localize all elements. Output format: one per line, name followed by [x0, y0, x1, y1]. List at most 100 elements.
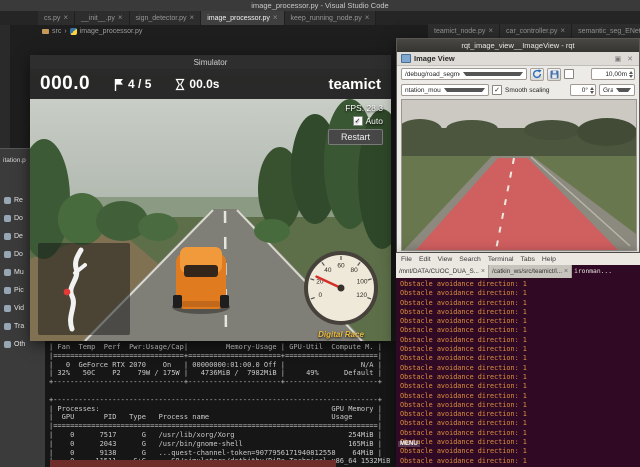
refresh-icon — [532, 69, 542, 79]
tab-label: cs.py — [44, 15, 60, 22]
gauge-tick-label: 80 — [350, 267, 358, 274]
tab-car-controller-py[interactable]: car_controller.py × — [500, 24, 572, 38]
terminal-line: | Processes: GPU Memory | — [49, 405, 396, 414]
menu-item[interactable]: Terminal — [488, 256, 514, 263]
topic-select[interactable]: /debug/road_segmentation — [401, 68, 527, 80]
flag-icon — [114, 78, 124, 91]
dynamic-range-checkbox[interactable] — [564, 69, 574, 79]
terminal-line: | GPU PID Type Process name Usage | — [49, 413, 396, 422]
smooth-scaling-checkbox[interactable]: ✓ — [492, 85, 502, 95]
menu-item[interactable]: Tabs — [521, 256, 535, 263]
terminal-menubar: File Edit View Search Terminal Tabs Help — [396, 253, 640, 265]
terminal-line: +-------------------------------+-------… — [49, 378, 396, 387]
max-depth-spinner[interactable]: 10,00m — [591, 68, 635, 80]
close-icon[interactable]: × — [365, 14, 370, 22]
rqt-titlebar[interactable]: rqt_image_view__ImageView - rqt — [397, 39, 639, 52]
chevron-down-icon — [463, 72, 524, 76]
simulator-titlebar[interactable]: Simulator — [30, 55, 391, 69]
chevron-down-icon — [444, 88, 486, 92]
terminal-prompt-fragment: ironman... — [572, 265, 640, 278]
mouse-topic-select[interactable]: ntation_mouse_left — [401, 84, 489, 96]
terminal-tab-2[interactable]: /catkin_ws/src/teamict/l... × — [489, 265, 572, 278]
terminal-line: Obstacle avoidance direction: 1 — [400, 429, 640, 438]
close-icon[interactable]: × — [564, 268, 568, 275]
segmentation-image[interactable] — [401, 99, 637, 251]
team-name: teamict — [328, 76, 381, 93]
terminal-line: Obstacle avoidance direction: 1 — [400, 280, 640, 289]
close-icon[interactable]: × — [481, 268, 485, 275]
refresh-button[interactable] — [530, 68, 544, 81]
menu-item[interactable]: Help — [542, 256, 556, 263]
spinner-arrows-icon[interactable] — [590, 87, 594, 94]
trees — [254, 219, 290, 243]
rotation-spinner[interactable]: 0° — [570, 84, 596, 96]
chevron-right-icon: › — [64, 28, 66, 35]
terminal-line: Obstacle avoidance direction: 1 — [400, 317, 640, 326]
chevron-down-icon — [616, 88, 632, 92]
terminal-line: | 0 7517 G /usr/lib/xorg/Xorg 254MiB | — [49, 431, 396, 440]
rqt-window-title: rqt_image_view__ImageView - rqt — [461, 41, 574, 50]
terminal-line: | Fan Temp Perf Pwr:Usage/Cap| Memory-Us… — [49, 343, 396, 352]
terminal-line: Obstacle avoidance direction: 1 — [400, 299, 640, 308]
time-value: 00.0s — [189, 77, 219, 91]
rqt-toolbar-row2: ntation_mouse_left ✓ Smooth scaling 0° G… — [397, 82, 639, 98]
terminal-line: Obstacle avoidance direction: 1 — [400, 410, 640, 419]
close-icon[interactable]: × — [63, 14, 68, 22]
smooth-scaling-label: Smooth scaling — [505, 87, 549, 94]
save-image-button[interactable] — [547, 68, 561, 81]
terminal-line: Obstacle avoidance direction: 1 — [400, 354, 640, 363]
spinner-arrows-icon[interactable] — [629, 71, 633, 78]
terminal-line: |===============================+=======… — [49, 352, 396, 361]
tab-image-processor-py[interactable]: image_processor.py × — [201, 11, 284, 25]
restart-button[interactable]: Restart — [328, 129, 383, 145]
terminal-line: Obstacle avoidance direction: 1 — [400, 401, 640, 410]
gauge-tick-label: 0 — [318, 292, 322, 299]
folder-icon — [4, 197, 11, 204]
nvidia-smi-terminal[interactable]: | Fan Temp Perf Pwr:Usage/Cap| Memory-Us… — [45, 341, 396, 467]
tab-label: semantic_seg_ENet.co... — [578, 28, 640, 35]
terminal-line: Obstacle avoidance direction: 1 — [400, 308, 640, 317]
vscode-titlebar[interactable]: image_processor.py - Visual Studio Code — [0, 0, 640, 11]
rqt-panel-title: Image View — [414, 54, 455, 63]
gauge-tick-label: 60 — [337, 263, 345, 270]
tab-teamict-node-py[interactable]: teamict_node.py × — [428, 24, 500, 38]
menu-item[interactable]: File — [401, 256, 412, 263]
tab-sign-detector-py[interactable]: sign_detector.py × — [130, 11, 202, 25]
menu-item[interactable]: View — [438, 256, 453, 263]
close-icon[interactable]: × — [488, 27, 493, 35]
simulator-title: Simulator — [194, 58, 228, 67]
close-icon[interactable]: × — [560, 27, 565, 35]
simulator-scene: 000.0 4 / 5 00.0s teamict — [30, 69, 391, 341]
trees — [577, 118, 636, 146]
tab-cs-py[interactable]: cs.py × — [38, 11, 75, 25]
color-scheme-select[interactable]: Gray — [599, 84, 635, 96]
breadcrumb-folder[interactable]: src — [52, 28, 61, 35]
menu-item[interactable]: Search — [459, 256, 481, 263]
vscode-tabbar: cs.py × __init__.py × sign_detector.py ×… — [0, 11, 640, 25]
terminal-line: | 0 9138 G ...quest-channel-token=907795… — [49, 449, 396, 458]
checkpoint-count: 4 / 5 — [128, 77, 151, 91]
folder-icon — [4, 305, 11, 312]
menu-item[interactable]: Edit — [419, 256, 431, 263]
close-icon[interactable]: × — [190, 14, 195, 22]
gauge-label: Digital Race — [295, 330, 387, 339]
auto-checkbox[interactable]: ✓ — [353, 116, 363, 126]
breadcrumb[interactable]: src › image_processor.py — [42, 25, 142, 37]
terminal-output[interactable]: Obstacle avoidance direction: 1Obstacle … — [396, 278, 640, 467]
tab-semantic-seg-enet[interactable]: semantic_seg_ENet.co... × — [572, 24, 640, 38]
vscode-right-tabbar: teamict_node.py × car_controller.py × se… — [428, 24, 640, 38]
terminal-line: +---------------------------------------… — [49, 396, 396, 405]
tab-keep-running-node-py[interactable]: keep_running_node.py × — [285, 11, 377, 25]
close-icon[interactable]: × — [273, 14, 278, 22]
desktop: image_processor.py - Visual Studio Code … — [0, 0, 640, 467]
close-icon[interactable]: × — [118, 14, 123, 22]
dock-controls-icons[interactable]: ▣ ✕ — [615, 55, 635, 63]
breadcrumb-file[interactable]: image_processor.py — [80, 28, 143, 35]
terminal-tab-1[interactable]: /mnt/DATA/CUOC_DUA_S... × — [396, 265, 489, 278]
tab-init-py[interactable]: __init__.py × — [75, 11, 130, 25]
auto-label: Auto — [366, 116, 384, 126]
tab-label: keep_running_node.py — [291, 15, 362, 22]
terminal-line: Obstacle avoidance direction: 1 — [400, 447, 640, 456]
tab-label: teamict_node.py — [434, 28, 485, 35]
tab-label: image_processor.py — [207, 15, 270, 22]
